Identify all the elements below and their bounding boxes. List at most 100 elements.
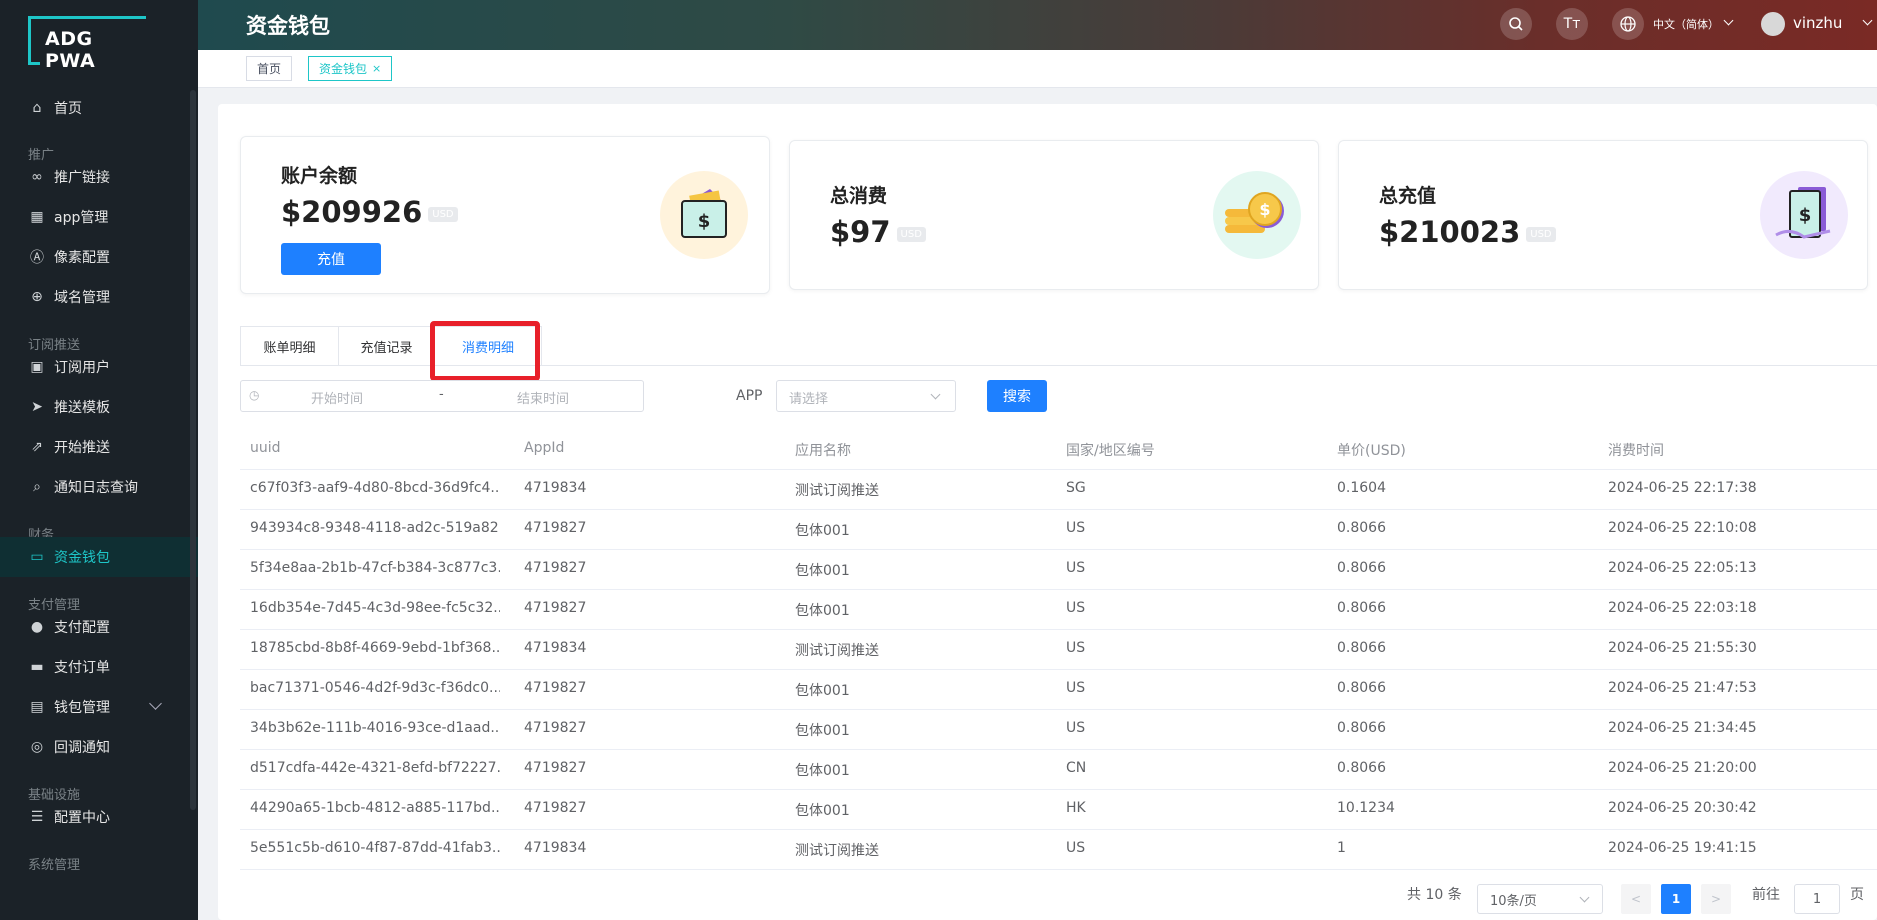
font-size-button[interactable]: Tт bbox=[1556, 8, 1588, 40]
sidebar: ADG PWA ⌂ 首页 推广 ∞ 推广链接 ▦ app管理 Ⓐ 像素配置 ⊕ 域名管理 订阅推送 ▣ 订… bbox=[0, 0, 198, 920]
sidebar-item[interactable]: ▣ 订阅用户 bbox=[0, 347, 198, 387]
tag-wallet-label: 资金钱包 bbox=[319, 62, 368, 76]
column-header[interactable]: AppId bbox=[524, 440, 564, 456]
sidebar-item[interactable]: ⇗ 开始推送 bbox=[0, 427, 198, 467]
page-size-select[interactable]: 10条/页 bbox=[1477, 884, 1603, 914]
send-icon: ➤ bbox=[31, 399, 43, 415]
table-row[interactable]: c67f03f3-aaf9-4d80-8bcd-36d9fc4... 471983… bbox=[240, 470, 1877, 510]
sidebar-item[interactable]: ▤ 钱包管理 bbox=[0, 687, 198, 727]
table-row[interactable]: 16db354e-7d45-4c3d-98ee-fc5c32... 4719827… bbox=[240, 590, 1877, 630]
table-cell: 2024-06-25 22:03:18 bbox=[1608, 600, 1757, 616]
recharged-label: 总充值 bbox=[1379, 185, 1437, 207]
table-row[interactable]: 5f34e8aa-2b1b-47cf-b384-3c877c3... 471982… bbox=[240, 550, 1877, 590]
chevron-down-icon[interactable] bbox=[1723, 15, 1734, 26]
column-header[interactable]: 国家/地区编号 bbox=[1066, 440, 1155, 460]
table-cell: 测试订阅推送 bbox=[795, 643, 879, 659]
app-logo[interactable]: ADG PWA bbox=[28, 16, 146, 72]
bell-icon: ◎ bbox=[30, 739, 44, 755]
sliders-icon: ☰ bbox=[30, 809, 44, 825]
table-row[interactable]: 34b3b62e-111b-4016-93ce-d1aad... 4719827 包… bbox=[240, 710, 1877, 750]
table-cell: d517cdfa-442e-4321-8efd-bf72227... bbox=[250, 760, 500, 776]
recharge-button[interactable]: 充值 bbox=[281, 243, 381, 275]
sidebar-item[interactable]: ▬ 支付订单 bbox=[0, 647, 198, 687]
page-button[interactable]: 1 bbox=[1661, 884, 1691, 914]
table-cell: 4719827 bbox=[524, 720, 587, 736]
sidebar-item-label: 资金钱包 bbox=[54, 550, 110, 566]
spent-amount: $97 USD bbox=[830, 215, 926, 249]
goto-page-input[interactable]: 1 bbox=[1794, 884, 1840, 914]
table-cell: 包体001 bbox=[795, 523, 850, 539]
logo-text: ADG PWA bbox=[45, 28, 96, 72]
column-header[interactable]: 消费时间 bbox=[1608, 440, 1664, 460]
close-icon[interactable]: × bbox=[372, 62, 381, 75]
table-row[interactable]: 943934c8-9348-4118-ad2c-519a82... 4719827… bbox=[240, 510, 1877, 550]
table-cell: 0.8066 bbox=[1337, 640, 1386, 656]
username[interactable]: vinzhu bbox=[1793, 14, 1842, 32]
app-select[interactable]: 请选择 bbox=[776, 380, 956, 412]
tag-home[interactable]: 首页 bbox=[246, 56, 293, 81]
table-cell: 包体001 bbox=[795, 603, 850, 619]
goto-label: 前往 bbox=[1752, 887, 1780, 903]
svg-text:$: $ bbox=[698, 211, 711, 232]
language-selector[interactable]: 中文（简体） bbox=[1653, 16, 1719, 32]
table-cell: 4719827 bbox=[524, 600, 587, 616]
table-cell: 4719827 bbox=[524, 560, 587, 576]
tab-recharge-records[interactable]: 充值记录 bbox=[338, 326, 434, 366]
sidebar-item-label: 首页 bbox=[54, 101, 82, 117]
sidebar-item[interactable]: Ⓐ 像素配置 bbox=[0, 237, 198, 277]
table-row[interactable]: 18785cbd-8b8f-4669-9ebd-1bf368... 4719834… bbox=[240, 630, 1877, 670]
link-icon: ∞ bbox=[31, 169, 43, 185]
search-submit-button[interactable]: 搜索 bbox=[987, 380, 1047, 412]
home-icon: ⌂ bbox=[32, 100, 42, 116]
table-row[interactable]: 5e551c5b-d610-4f87-87dd-41fab3... 4719834… bbox=[240, 830, 1877, 870]
table-cell: 34b3b62e-111b-4016-93ce-d1aad... bbox=[250, 720, 500, 736]
sidebar-item[interactable]: ◎ 回调通知 bbox=[0, 727, 198, 767]
table-cell: 4719834 bbox=[524, 840, 587, 856]
sidebar-item[interactable]: ⊕ 域名管理 bbox=[0, 277, 198, 317]
sidebar-item[interactable]: ⌕ 通知日志查询 bbox=[0, 467, 198, 507]
top-header: 资金钱包 Tт 中文（简体） vinzhu bbox=[198, 0, 1877, 50]
table-cell: c67f03f3-aaf9-4d80-8bcd-36d9fc4... bbox=[250, 480, 500, 496]
chevron-left-icon: < bbox=[1630, 892, 1642, 906]
language-button[interactable] bbox=[1612, 8, 1644, 40]
table-row[interactable]: 44290a65-1bcb-4812-a885-117bd... 4719827 包… bbox=[240, 790, 1877, 830]
prev-page-button[interactable]: < bbox=[1621, 884, 1651, 914]
table-cell: 2024-06-25 22:10:08 bbox=[1608, 520, 1757, 536]
start-date-input[interactable]: 开始时间 bbox=[311, 388, 363, 407]
avatar[interactable] bbox=[1761, 12, 1785, 36]
sidebar-item[interactable]: ∞ 推广链接 bbox=[0, 157, 198, 197]
sidebar-scrollbar[interactable] bbox=[190, 90, 196, 810]
chevron-down-icon[interactable] bbox=[1862, 15, 1873, 26]
column-header[interactable]: 单价(USD) bbox=[1337, 440, 1406, 460]
sidebar-item[interactable]: ☰ 配置中心 bbox=[0, 797, 198, 837]
sidebar-item[interactable]: ⌂ 首页 bbox=[0, 88, 198, 128]
chevron-down-icon bbox=[930, 389, 941, 400]
end-date-input[interactable]: 结束时间 bbox=[517, 388, 569, 407]
recharged-card: 总充值 $210023 USD $ bbox=[1338, 140, 1868, 290]
next-page-button[interactable]: > bbox=[1701, 884, 1731, 914]
search-button[interactable] bbox=[1500, 8, 1532, 40]
table-row[interactable]: bac71371-0546-4d2f-9d3c-f36dc0... 4719827… bbox=[240, 670, 1877, 710]
svg-text:$: $ bbox=[1259, 200, 1270, 219]
sidebar-item-label: 推广链接 bbox=[54, 170, 110, 186]
date-range-picker[interactable]: ◷ 开始时间 - 结束时间 bbox=[240, 380, 644, 412]
table-cell: bac71371-0546-4d2f-9d3c-f36dc0... bbox=[250, 680, 500, 696]
table-cell: 2024-06-25 19:41:15 bbox=[1608, 840, 1757, 856]
main-content: 账户余额 $209926 USD 充值 $ 总消费 $97 USD $ 总充值 $2… bbox=[218, 104, 1877, 920]
table-row[interactable]: d517cdfa-442e-4321-8efd-bf72227... 471982… bbox=[240, 750, 1877, 790]
table-cell: 包体001 bbox=[795, 723, 850, 739]
column-header[interactable]: uuid bbox=[250, 440, 281, 456]
sidebar-item[interactable]: ▦ app管理 bbox=[0, 197, 198, 237]
currency-badge: USD bbox=[428, 206, 458, 222]
tab-bill-details[interactable]: 账单明细 bbox=[240, 326, 338, 366]
subscriber-icon: ▣ bbox=[30, 359, 44, 375]
sidebar-item[interactable]: ▭ 资金钱包 bbox=[0, 537, 198, 577]
total-count: 共 10 条 bbox=[1407, 887, 1462, 903]
grid-icon: ▦ bbox=[30, 209, 44, 225]
column-header[interactable]: 应用名称 bbox=[795, 440, 851, 460]
sidebar-item[interactable]: ➤ 推送模板 bbox=[0, 387, 198, 427]
sidebar-item[interactable]: ● 支付配置 bbox=[0, 607, 198, 647]
sidebar-item-label: 域名管理 bbox=[54, 290, 110, 306]
tag-wallet[interactable]: 资金钱包 × bbox=[308, 56, 393, 81]
tags-bar: 首页 资金钱包 × bbox=[198, 50, 1877, 88]
